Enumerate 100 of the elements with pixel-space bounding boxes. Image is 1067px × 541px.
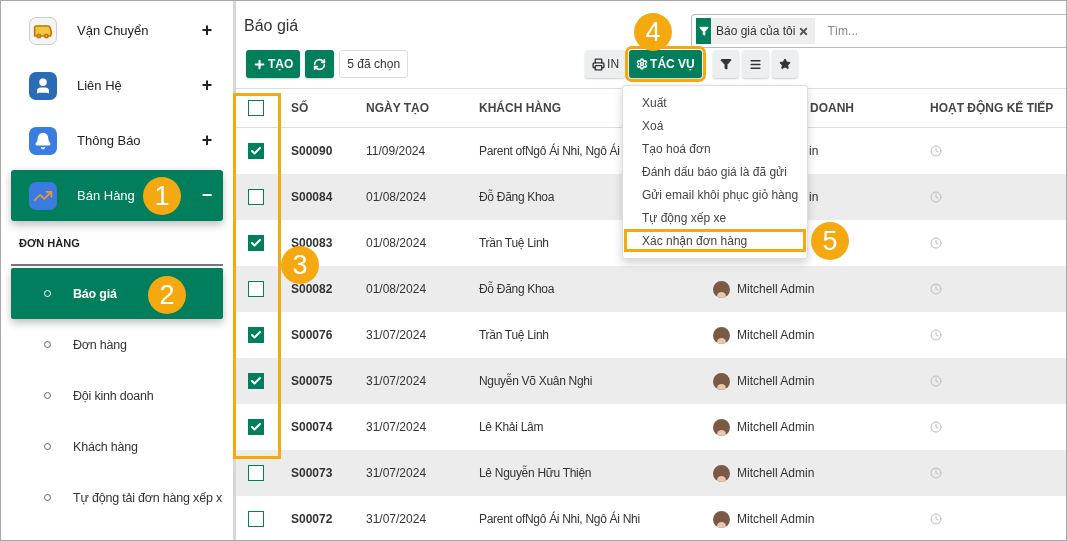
table-cell: S00090	[291, 144, 333, 158]
avatar-icon	[713, 326, 730, 344]
checkbox[interactable]	[248, 100, 264, 116]
table-cell: Nguyễn Võ Xuân Nghi	[479, 374, 593, 388]
menu-icon	[748, 57, 762, 71]
check-icon	[250, 145, 262, 157]
sidebar-item[interactable]: Khách hàng	[11, 421, 223, 472]
print-button[interactable]: IN	[585, 50, 627, 78]
table-cell: Mitchell Admin	[737, 282, 815, 296]
menu-item[interactable]: Xuất	[624, 91, 806, 114]
contact-icon	[29, 71, 57, 100]
plus-icon	[253, 57, 266, 71]
table-cell: S00073	[291, 466, 333, 480]
avatar-icon	[713, 280, 730, 298]
table-cell: S00075	[291, 374, 333, 388]
filter-facet[interactable]: Báo giá của tôi	[696, 18, 816, 44]
filter-icon	[719, 58, 732, 70]
app-menu-item[interactable]: Thông Báo +	[11, 115, 223, 166]
menu-item[interactable]: Tạo hoá đơn	[624, 137, 806, 160]
check-icon	[250, 375, 262, 387]
app-menu-item[interactable]: Vận Chuyển +	[11, 5, 223, 56]
expand-toggle[interactable]: −	[201, 185, 213, 206]
table-cell: S00084	[291, 190, 333, 204]
checkbox[interactable]	[248, 511, 264, 527]
table-cell: Mitchell Admin	[737, 512, 815, 526]
checkbox[interactable]	[248, 143, 264, 159]
menu-item[interactable]: Xoá	[624, 114, 806, 137]
checkbox[interactable]	[248, 373, 264, 389]
table-cell: S00082	[291, 282, 333, 296]
settings-icon	[636, 58, 649, 70]
facet-label: Báo giá của tôi	[716, 24, 796, 38]
bell-icon	[29, 126, 57, 155]
table-cell: 01/08/2024	[366, 282, 427, 296]
expand-toggle[interactable]: +	[201, 130, 213, 151]
selection-count[interactable]: 5 đã chọn	[339, 50, 409, 78]
page-title: Báo giá	[244, 17, 299, 35]
expand-toggle[interactable]: +	[201, 75, 213, 96]
star-icon	[778, 58, 791, 70]
expand-toggle[interactable]: +	[201, 20, 213, 41]
table-cell: Lê Khải Lâm	[479, 420, 544, 434]
chart-icon	[29, 181, 57, 210]
column-header[interactable]: KHÁCH HÀNG	[479, 101, 561, 115]
section-title: ĐƠN HÀNG	[19, 237, 81, 251]
table-cell: 31/07/2024	[366, 420, 427, 434]
table-cell: Mitchell Admin	[737, 466, 815, 480]
menu-item[interactable]: Gửi email khôi phục giỏ hàng	[624, 183, 806, 206]
sidebar-item[interactable]: Tự động tải đơn hàng xếp x	[11, 472, 223, 523]
check-icon	[250, 421, 262, 433]
table-cell: Lê Nguyễn Hữu Thiện	[479, 466, 592, 480]
search-field[interactable]: Báo giá của tôi Tìm...	[691, 14, 1066, 48]
bus-icon	[29, 16, 57, 45]
close-icon[interactable]	[798, 25, 810, 37]
table-cell: S00076	[291, 328, 333, 342]
printer-icon	[592, 57, 606, 71]
refresh-button[interactable]	[305, 50, 335, 78]
checkbox[interactable]	[248, 419, 264, 435]
check-icon	[250, 237, 262, 249]
sidebar-item[interactable]: Đơn hàng	[11, 319, 223, 370]
column-header[interactable]: SỐ	[291, 101, 309, 115]
sidebar-item[interactable]: Đội kinh doanh	[11, 370, 223, 421]
refresh-icon	[313, 57, 327, 71]
filter-button[interactable]	[712, 50, 739, 78]
table-cell: in	[809, 190, 819, 204]
table-cell: in	[809, 144, 819, 158]
checkbox[interactable]	[248, 281, 264, 297]
table-cell: S00072	[291, 512, 333, 526]
create-button[interactable]: TẠO	[246, 50, 301, 78]
app-menu-item[interactable]: Liên Hệ +	[11, 60, 223, 111]
favorite-button[interactable]	[771, 50, 798, 78]
table-cell: 01/08/2024	[366, 236, 427, 250]
table-cell: Đỗ Đăng Khoa	[479, 190, 555, 204]
menu-button[interactable]	[741, 50, 769, 78]
table-cell: Trần Tuệ Linh	[479, 236, 549, 250]
menu-item[interactable]: Xác nhận đơn hàng	[624, 229, 806, 252]
menu-item[interactable]: Tự động xếp xe	[624, 206, 806, 229]
step-number: 4	[634, 13, 672, 51]
checkbox[interactable]	[248, 465, 264, 481]
checkbox[interactable]	[248, 327, 264, 343]
check-icon	[250, 329, 262, 341]
table-cell: 11/09/2024	[366, 144, 426, 158]
table-cell: Mitchell Admin	[737, 374, 815, 388]
table-cell: 31/07/2024	[366, 466, 427, 480]
table-cell: 31/07/2024	[366, 512, 427, 526]
table-cell: Mitchell Admin	[737, 420, 815, 434]
column-header[interactable]: HOẠT ĐỘNG KẾ TIẾP	[930, 101, 1054, 115]
checkbox[interactable]	[248, 235, 264, 251]
table-cell: Parent ofNgô Ái Nhi, Ngô Ái Nhi	[479, 512, 640, 526]
table-cell: Trần Tuệ Linh	[479, 328, 549, 342]
checkbox[interactable]	[248, 189, 264, 205]
table-cell: Mitchell Admin	[737, 328, 815, 342]
filter-icon	[696, 18, 711, 44]
table-cell: S00074	[291, 420, 333, 434]
column-header[interactable]: NGÀY TẠO	[366, 101, 430, 115]
avatar-icon	[713, 418, 730, 436]
table-cell: 31/07/2024	[366, 374, 427, 388]
avatar-icon	[713, 510, 730, 528]
menu-item[interactable]: Đánh dấu báo giá là đã gửi	[624, 160, 806, 183]
column-header[interactable]: DOANH	[810, 101, 854, 115]
table-cell: 01/08/2024	[366, 190, 427, 204]
avatar-icon	[713, 372, 730, 390]
